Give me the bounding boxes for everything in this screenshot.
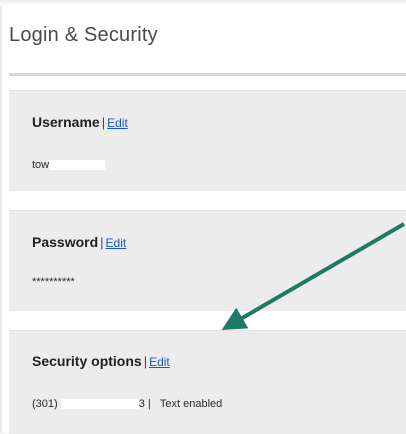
username-value-prefix: tow — [32, 159, 50, 171]
security-options-value: (301) 3 | Text enabled — [32, 398, 222, 410]
login-security-panel: Login & Security Username | Edit tow Passw… — [0, 0, 406, 434]
security-options-label: Security options — [32, 353, 142, 369]
username-edit-link[interactable]: Edit — [107, 116, 128, 130]
phone-redaction — [60, 399, 139, 410]
page-title: Login & Security — [9, 24, 158, 46]
username-section: Username | Edit tow — [9, 90, 406, 191]
phone-prefix: (301) — [32, 398, 58, 410]
username-separator: | — [101, 115, 106, 130]
text-enabled-status: Text enabled — [159, 398, 223, 410]
username-label: Username — [32, 114, 100, 130]
title-divider — [9, 73, 406, 76]
password-heading: Password | Edit — [32, 234, 126, 250]
username-redaction — [49, 160, 106, 171]
password-separator: | — [100, 235, 104, 250]
phone-suffix: 3 | — [138, 398, 151, 410]
password-label: Password — [32, 234, 99, 250]
username-heading: Username | Edit — [32, 114, 128, 130]
password-section: Password | Edit ********** — [9, 210, 406, 311]
security-options-heading: Security options | Edit — [32, 353, 170, 369]
password-value: ********** — [32, 276, 75, 288]
panel-left-shadow — [0, 0, 4, 433]
security-options-section: Security options | Edit (301) 3 | Text enab… — [9, 330, 406, 434]
username-value: tow — [32, 159, 106, 171]
security-options-edit-link[interactable]: Edit — [149, 355, 170, 369]
security-options-separator: | — [143, 354, 148, 369]
panel-top-shadow — [0, 0, 406, 6]
password-edit-link[interactable]: Edit — [106, 236, 127, 250]
